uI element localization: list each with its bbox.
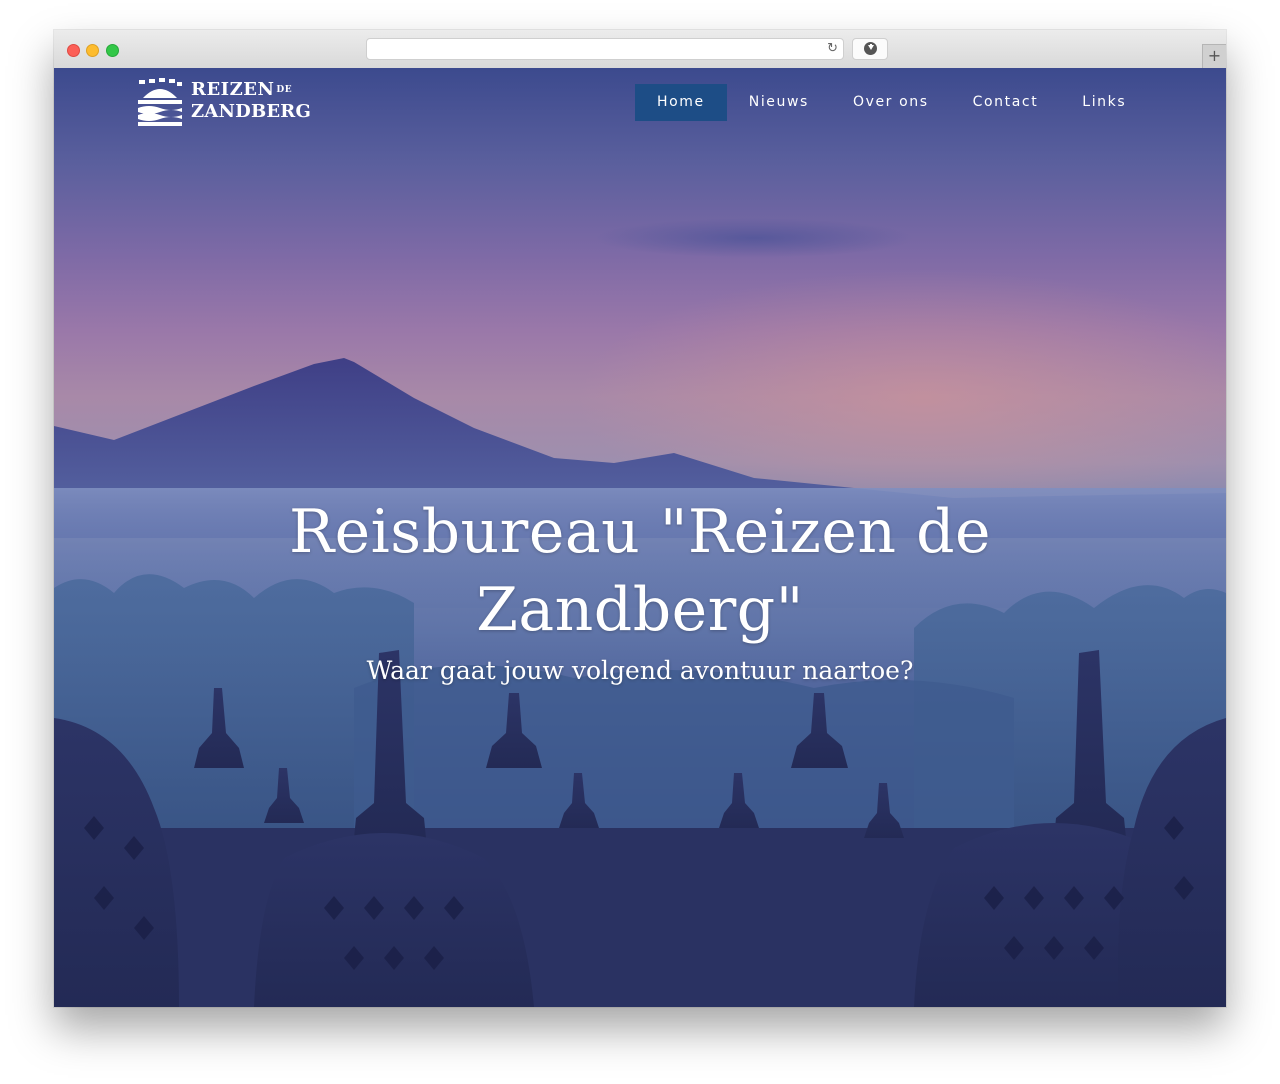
nav-item-nieuws[interactable]: Nieuws [727,84,831,121]
address-bar[interactable]: ↻ [366,38,844,60]
hero-title: Reisbureau "Reizen de Zandberg" [288,497,992,645]
logo-line1-suffix: DE [276,85,293,95]
main-navigation: Home Nieuws Over ons Contact Links [635,84,1148,121]
logo-line1: REIZEN [191,79,275,100]
page-viewport: REIZEN DE ZANDBERG Home Nieuws Over ons C… [54,68,1226,1007]
close-window-button[interactable] [67,44,80,57]
zoom-window-button[interactable] [106,44,119,57]
hero-section: Reisbureau "Reizen de Zandberg" Waar gaa… [54,493,1226,687]
logo-wordmark: REIZEN DE ZANDBERG [191,79,311,123]
logo-line2: ZANDBERG [191,101,312,122]
nav-item-contact[interactable]: Contact [951,84,1061,121]
nav-item-home[interactable]: Home [635,84,727,121]
browser-titlebar: ↻ + [54,30,1226,69]
site-logo[interactable]: REIZEN DE ZANDBERG [137,77,337,127]
minimize-window-button[interactable] [86,44,99,57]
download-button[interactable] [852,38,888,60]
hero-subtitle: Waar gaat jouw volgend avontuur naartoe? [366,656,914,685]
download-icon [864,42,877,55]
new-tab-button[interactable]: + [1202,44,1226,68]
reload-icon[interactable]: ↻ [827,41,838,57]
nav-item-links[interactable]: Links [1060,84,1148,121]
logo-sun-waves-icon [138,78,182,126]
nav-item-over-ons[interactable]: Over ons [831,84,951,121]
browser-window: ↻ + REIZEN DE ZANDBERG Home Nieuws Over … [54,30,1226,1007]
